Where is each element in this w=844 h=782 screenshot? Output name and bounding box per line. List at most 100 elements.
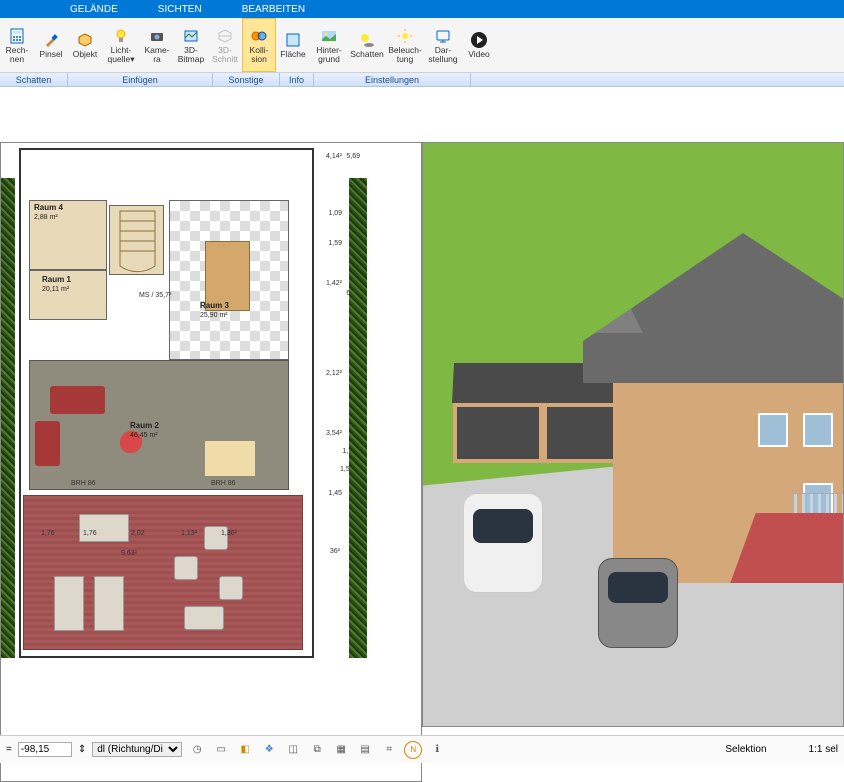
group-sonstige: Sonstige bbox=[213, 73, 280, 86]
status-equals: = bbox=[6, 744, 12, 755]
dim-label: 1,36² bbox=[221, 530, 237, 537]
calculator-icon bbox=[8, 27, 26, 45]
ribbon-toolbar: Rech- nen Pinsel Objekt Licht- quelle▾ K… bbox=[0, 18, 844, 73]
shadow-icon bbox=[358, 31, 376, 49]
side-table bbox=[205, 441, 255, 476]
outdoor-table-3 bbox=[219, 576, 243, 600]
room-4[interactable]: Raum 42,88 m² bbox=[29, 200, 107, 270]
spinner-icon[interactable]: ⇕ bbox=[78, 744, 86, 755]
dim-label: 2,12² bbox=[326, 370, 342, 377]
flaeche-button[interactable]: Fläche bbox=[276, 18, 310, 72]
monitor-icon[interactable]: ▭ bbox=[212, 741, 230, 759]
terrace-3d bbox=[730, 513, 844, 583]
schnitt3d-button[interactable]: 3D- Schnitt bbox=[208, 18, 242, 72]
house-wall bbox=[613, 383, 844, 583]
hintergrund-button[interactable]: Hinter- grund bbox=[310, 18, 348, 72]
bitmap3d-icon bbox=[182, 27, 200, 45]
kamera-label: Kame- ra bbox=[141, 46, 173, 64]
hedge-left bbox=[0, 178, 15, 658]
dim-label: 1,09 bbox=[328, 210, 342, 217]
north-icon[interactable]: N bbox=[404, 741, 422, 759]
window bbox=[803, 413, 833, 447]
room-2[interactable]: Raum 246,45 m² bbox=[29, 360, 289, 490]
sofa-large bbox=[50, 386, 105, 414]
hedge-right bbox=[349, 178, 367, 658]
menu-bearbeiten[interactable]: BEARBEITEN bbox=[242, 4, 305, 15]
hash-icon[interactable]: ⌗ bbox=[380, 741, 398, 759]
room1-label: Raum 120,11 m² bbox=[42, 275, 71, 293]
display-icon bbox=[434, 27, 452, 45]
house-roof bbox=[583, 233, 844, 383]
kollision-label: Kolli- sion bbox=[244, 46, 274, 64]
dim-label: MS / 35,7² bbox=[139, 292, 171, 299]
bitmap3d-button[interactable]: 3D- Bitmap bbox=[174, 18, 208, 72]
terrace[interactable] bbox=[23, 495, 303, 650]
outdoor-bench bbox=[184, 606, 224, 630]
menu-bar: GELÄNDE SICHTEN BEARBEITEN bbox=[0, 0, 844, 18]
3d-scene bbox=[423, 143, 843, 726]
grid-icon[interactable]: ▤ bbox=[356, 741, 374, 759]
video-button[interactable]: Video bbox=[462, 18, 496, 72]
dim-label: 4,14² bbox=[326, 153, 342, 160]
building-outline: Raum 42,88 m² Raum 120,11 m² Raum 325,90… bbox=[19, 148, 314, 658]
dim-label: 1,13² bbox=[181, 530, 197, 537]
dim-label: 1,42² bbox=[326, 280, 342, 287]
ribbon-groups: Schatten Einfügen Sonstige Info Einstell… bbox=[0, 73, 844, 87]
darstellung-button[interactable]: Dar- stellung bbox=[424, 18, 462, 72]
status-scale: 1:1 sel bbox=[809, 744, 838, 755]
beleuchtung-label: Beleuch- tung bbox=[387, 46, 423, 64]
kollision-button[interactable]: Kolli- sion bbox=[242, 18, 276, 72]
area-icon bbox=[284, 31, 302, 49]
pinsel-button[interactable]: Pinsel bbox=[34, 18, 68, 72]
kamera-button[interactable]: Kame- ra bbox=[140, 18, 174, 72]
schnitt3d-label: 3D- Schnitt bbox=[209, 46, 241, 64]
snap-icon[interactable]: ◫ bbox=[284, 741, 302, 759]
room-3[interactable]: Raum 325,90 m² bbox=[169, 200, 289, 360]
dim-label: 1,45 bbox=[328, 490, 342, 497]
dim-label: 5,69 bbox=[346, 153, 360, 160]
dim-label: 3,54² bbox=[326, 430, 342, 437]
window bbox=[758, 413, 788, 447]
car-white bbox=[463, 493, 543, 593]
cube-icon[interactable]: ◧ bbox=[236, 741, 254, 759]
layers-icon[interactable]: ❖ bbox=[260, 741, 278, 759]
group-einstellungen: Einstellungen bbox=[314, 73, 471, 86]
menu-sichten[interactable]: SICHTEN bbox=[158, 4, 202, 15]
dim-label: 36² bbox=[330, 548, 340, 555]
direction-dropdown[interactable]: dl (Richtung/Di bbox=[92, 742, 182, 757]
rechnen-button[interactable]: Rech- nen bbox=[0, 18, 34, 72]
light-icon bbox=[112, 27, 130, 45]
staircase[interactable] bbox=[109, 205, 164, 275]
object-icon bbox=[76, 31, 94, 49]
lichtquelle-button[interactable]: Licht- quelle▾ bbox=[102, 18, 140, 72]
room2-label: Raum 246,45 m² bbox=[130, 421, 159, 439]
sofa-small bbox=[35, 421, 60, 466]
darstellung-label: Dar- stellung bbox=[425, 46, 461, 64]
room-1[interactable]: Raum 120,11 m² bbox=[29, 270, 107, 320]
objekt-button[interactable]: Objekt bbox=[68, 18, 102, 72]
3d-viewport[interactable] bbox=[422, 142, 844, 727]
garage-door-1 bbox=[457, 407, 539, 459]
link-icon[interactable]: ⧉ bbox=[308, 741, 326, 759]
dim-label: BRH 86 bbox=[211, 480, 236, 487]
info-icon[interactable]: ℹ bbox=[428, 741, 446, 759]
beleuchtung-button[interactable]: Beleuch- tung bbox=[386, 18, 424, 72]
history-icon[interactable]: ◷ bbox=[188, 741, 206, 759]
mesh-icon[interactable]: ▦ bbox=[332, 741, 350, 759]
menu-gelaende[interactable]: GELÄNDE bbox=[70, 4, 118, 15]
room4-label: Raum 42,88 m² bbox=[34, 203, 63, 221]
coordinate-input[interactable] bbox=[18, 742, 72, 757]
outdoor-table-1 bbox=[174, 556, 198, 580]
outdoor-sofa bbox=[79, 514, 129, 542]
schatten-button[interactable]: Schatten bbox=[348, 18, 386, 72]
dim-label: 1,76 bbox=[41, 530, 55, 537]
lounger-2 bbox=[94, 576, 124, 631]
rechnen-label: Rech- nen bbox=[1, 46, 33, 64]
video-label: Video bbox=[468, 50, 490, 59]
brush-icon bbox=[42, 31, 60, 49]
play-icon bbox=[470, 31, 488, 49]
group-info: Info bbox=[280, 73, 314, 86]
floorplan-viewport[interactable]: Raum 42,88 m² Raum 120,11 m² Raum 325,90… bbox=[0, 142, 422, 782]
background-icon bbox=[320, 27, 338, 45]
dim-label: BRH 86 bbox=[71, 480, 96, 487]
